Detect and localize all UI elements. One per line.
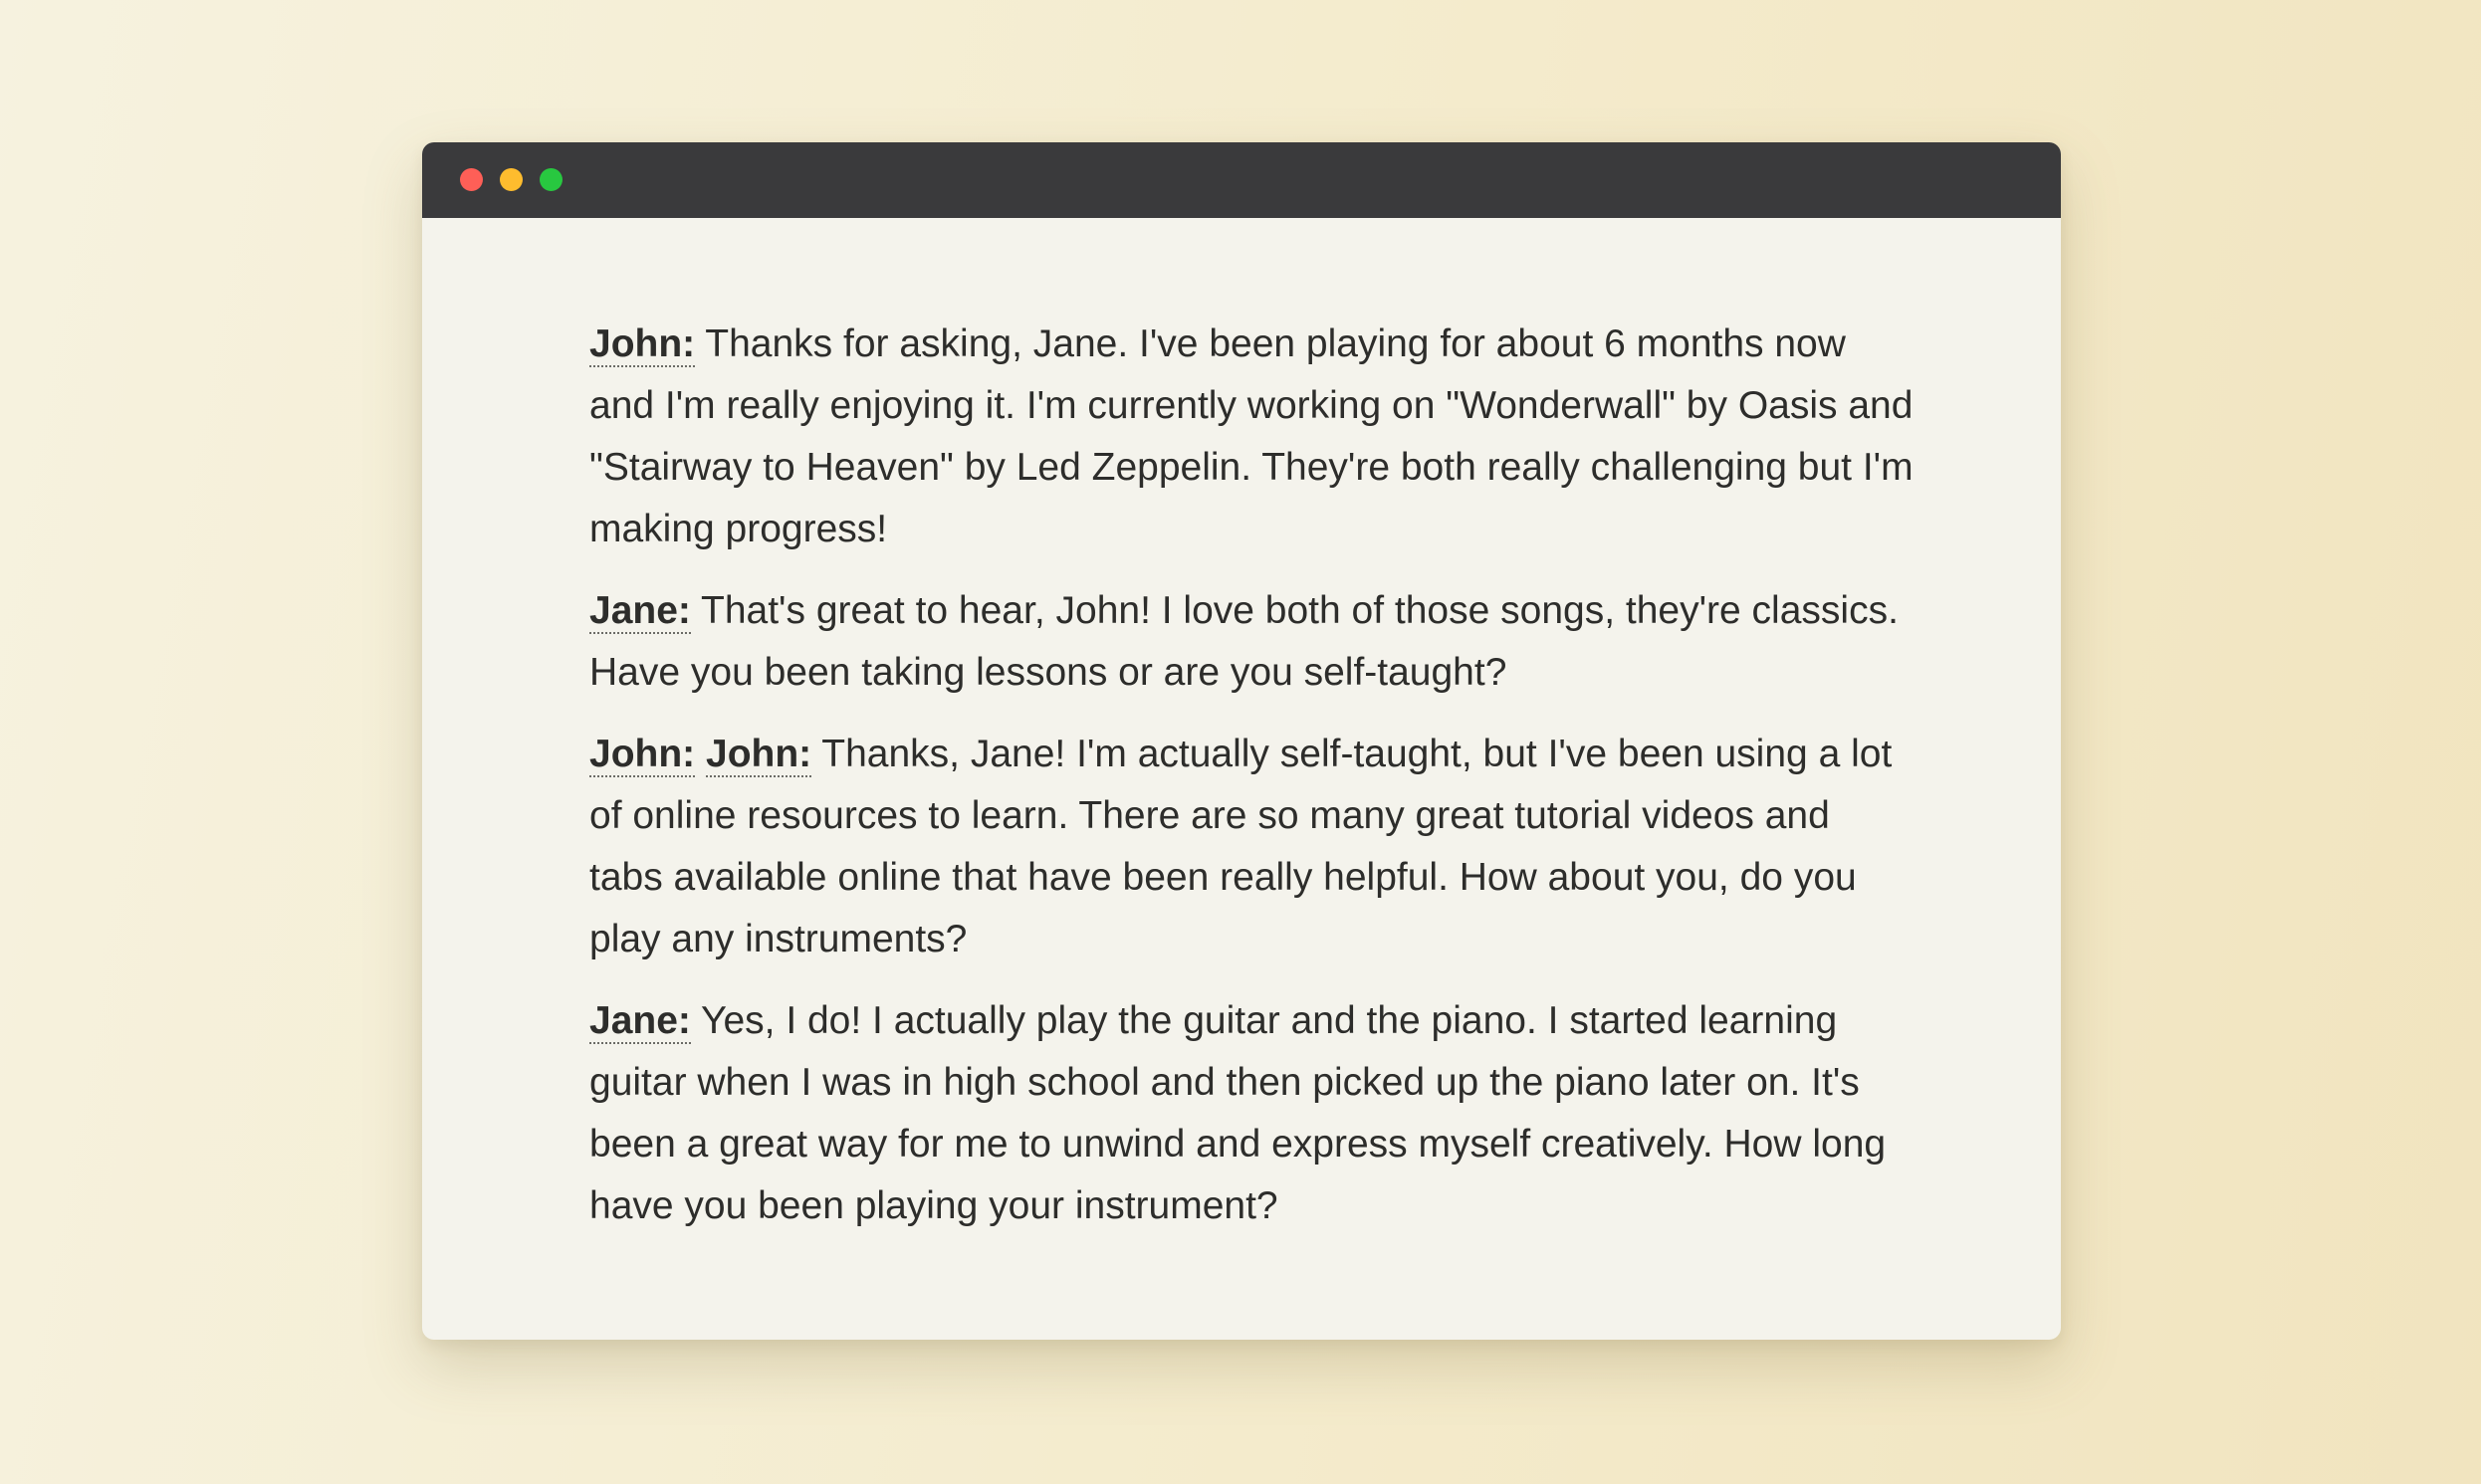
message-4: Jane: Yes, I do! I actually play the gui…: [589, 990, 1914, 1237]
app-window: John: Thanks for asking, Jane. I've been…: [422, 142, 2061, 1340]
speaker-label-john[interactable]: John:: [706, 733, 812, 777]
message-text: Yes, I do! I actually play the guitar an…: [589, 999, 1887, 1227]
title-bar: [422, 142, 2061, 218]
speaker-label-john[interactable]: John:: [589, 733, 696, 777]
speaker-label-john[interactable]: John:: [589, 322, 696, 367]
message-2: Jane: That's great to hear, John! I love…: [589, 580, 1914, 704]
message-3: John: John: Thanks, Jane! I'm actually s…: [589, 724, 1914, 970]
message-text: Thanks for asking, Jane. I've been playi…: [589, 322, 1914, 550]
message-text: That's great to hear, John! I love both …: [589, 589, 1899, 694]
message-1: John: Thanks for asking, Jane. I've been…: [589, 314, 1914, 560]
conversation-transcript: John: Thanks for asking, Jane. I've been…: [589, 314, 1914, 1257]
minimize-window-button[interactable]: [500, 168, 523, 191]
maximize-window-button[interactable]: [540, 168, 563, 191]
close-window-button[interactable]: [460, 168, 483, 191]
speaker-label-jane[interactable]: Jane:: [589, 999, 691, 1044]
speaker-label-jane[interactable]: Jane:: [589, 589, 691, 634]
